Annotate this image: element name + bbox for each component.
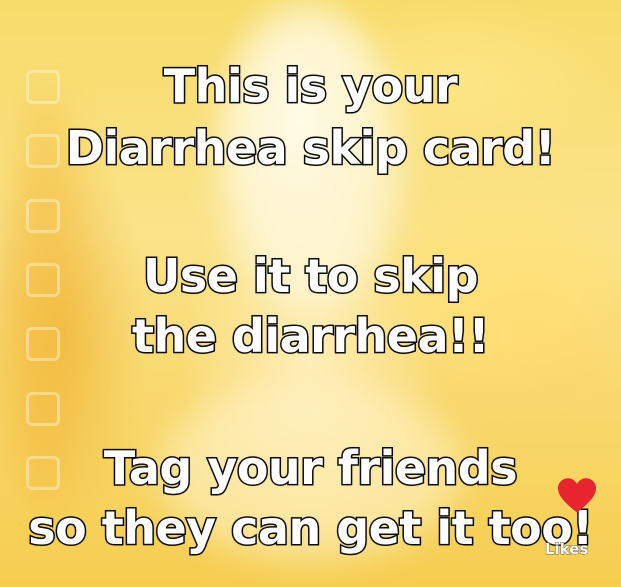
likes-label[interactable]: Likes: [544, 540, 588, 559]
heart-shape: [558, 478, 596, 513]
caption-line: This is your: [162, 58, 459, 115]
caption-line: Tag your friends: [102, 440, 519, 497]
caption-line: Diarrhea skip card!: [64, 120, 557, 177]
decoration-glyph: [26, 198, 60, 233]
caption-line: so they can get it too!: [27, 500, 595, 557]
heart-icon[interactable]: [558, 478, 596, 514]
caption-line: the diarrhea!!: [130, 308, 491, 365]
decoration-glyph: [26, 391, 60, 426]
caption-line: Use it to skip: [142, 248, 481, 305]
